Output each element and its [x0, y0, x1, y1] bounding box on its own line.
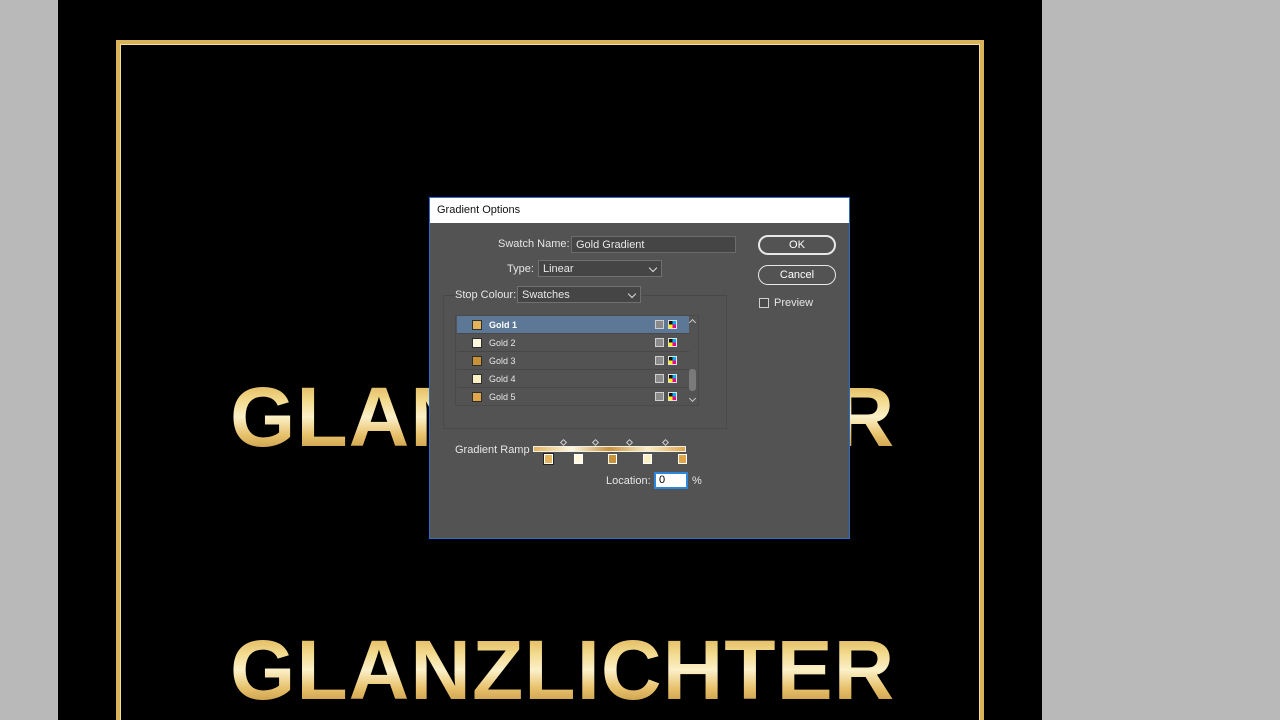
type-label: Type:: [507, 263, 534, 275]
location-input[interactable]: 0: [654, 472, 688, 489]
swatch-row-gold-2[interactable]: Gold 2: [457, 334, 689, 352]
cmyk-mode-icon: [668, 392, 677, 401]
stop-colour-select-value: Swatches: [522, 289, 570, 301]
gradient-ramp[interactable]: [533, 446, 686, 452]
chevron-down-icon: [627, 289, 637, 299]
swatch-name: Gold 1: [489, 320, 518, 330]
midpoint-diamond-icon[interactable]: [625, 438, 634, 447]
cmyk-mode-icon: [668, 320, 677, 329]
stop-colour-label: Stop Colour:: [455, 289, 520, 301]
swatch-chip: [472, 356, 482, 366]
type-select[interactable]: Linear: [538, 260, 662, 277]
scroll-down-icon[interactable]: [688, 394, 697, 403]
type-select-value: Linear: [543, 263, 574, 275]
swatch-name: Gold 2: [489, 338, 516, 348]
process-gray-icon: [655, 356, 664, 365]
swatch-name: Gold 4: [489, 374, 516, 384]
chevron-down-icon: [648, 263, 658, 273]
gradient-stop-3[interactable]: [608, 454, 617, 464]
gradient-stop-2[interactable]: [574, 454, 583, 464]
swatch-chip: [472, 338, 482, 348]
process-gray-icon: [655, 374, 664, 383]
preview-label: Preview: [774, 297, 814, 309]
gradient-stop-1[interactable]: [544, 454, 553, 464]
midpoint-diamond-icon[interactable]: [559, 438, 568, 447]
swatch-list-scrollbar[interactable]: [688, 317, 697, 404]
process-gray-icon: [655, 392, 664, 401]
gradient-ramp-label: Gradient Ramp: [455, 444, 530, 456]
swatch-name: Gold 5: [489, 392, 516, 402]
midpoint-diamond-icon[interactable]: [661, 438, 670, 447]
swatch-row-gold-4[interactable]: Gold 4: [457, 370, 689, 388]
swatch-list[interactable]: Gold 1 Gold 2 Gold 3 Gold 4 Gold 5: [455, 315, 699, 406]
gradient-options-dialog: Gradient Options Swatch Name: Gold Gradi…: [429, 197, 850, 539]
swatch-chip: [472, 320, 482, 330]
swatch-chip: [472, 392, 482, 402]
swatch-name-label: Swatch Name:: [498, 238, 570, 250]
swatch-row-gold-5[interactable]: Gold 5: [457, 388, 689, 406]
swatch-name-input[interactable]: Gold Gradient: [571, 236, 736, 253]
cmyk-mode-icon: [668, 338, 677, 347]
cmyk-mode-icon: [668, 374, 677, 383]
dialog-title[interactable]: Gradient Options: [430, 198, 849, 223]
process-gray-icon: [655, 320, 664, 329]
cancel-button[interactable]: Cancel: [758, 265, 836, 285]
location-unit: %: [692, 475, 702, 487]
stop-colour-select[interactable]: Swatches: [517, 286, 641, 303]
ok-button[interactable]: OK: [758, 235, 836, 255]
process-gray-icon: [655, 338, 664, 347]
swatch-row-gold-1[interactable]: Gold 1: [457, 316, 689, 334]
swatch-chip: [472, 374, 482, 384]
preview-checkbox[interactable]: [759, 298, 769, 308]
cmyk-mode-icon: [668, 356, 677, 365]
gradient-stop-4[interactable]: [643, 454, 652, 464]
scroll-up-icon[interactable]: [688, 318, 697, 327]
swatch-row-gold-3[interactable]: Gold 3: [457, 352, 689, 370]
scroll-thumb[interactable]: [689, 369, 696, 391]
gradient-stop-5[interactable]: [678, 454, 687, 464]
midpoint-diamond-icon[interactable]: [591, 438, 600, 447]
headline-bottom: GLANZLICHTER: [230, 623, 896, 717]
location-label: Location:: [606, 475, 651, 487]
swatch-name: Gold 3: [489, 356, 516, 366]
